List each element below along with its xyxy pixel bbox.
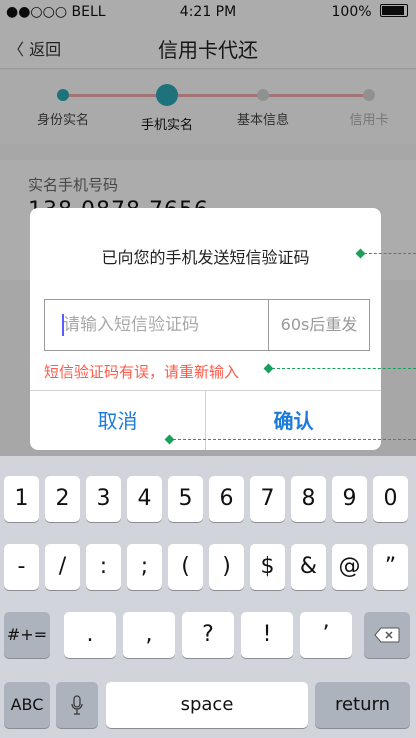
sms-verify-dialog: 已向您的手机发送短信验证码 60s后重发 短信验证码有误，请重新输入 取消 确认 [30,208,381,450]
key-at[interactable]: @ [332,544,367,590]
key-semicolon[interactable]: ; [127,544,162,590]
key-dollar[interactable]: $ [250,544,285,590]
key-apostrophe[interactable]: ’ [300,612,352,658]
text-caret [62,314,64,336]
confirm-button[interactable]: 确认 [206,391,381,450]
microphone-icon [71,695,83,715]
key-1[interactable]: 1 [4,476,39,522]
key-7[interactable]: 7 [250,476,285,522]
key-0[interactable]: 0 [373,476,408,522]
cancel-button[interactable]: 取消 [30,391,206,450]
key-close-paren[interactable]: ) [209,544,244,590]
delete-key[interactable] [364,612,410,658]
key-question[interactable]: ? [182,612,234,658]
key-quote[interactable]: ” [373,544,408,590]
key-9[interactable]: 9 [332,476,367,522]
dictation-key[interactable] [56,682,98,728]
key-5[interactable]: 5 [168,476,203,522]
key-hyphen[interactable]: - [4,544,39,590]
space-key[interactable]: space [106,682,308,728]
resend-button[interactable]: 60s后重发 [268,300,369,350]
key-8[interactable]: 8 [291,476,326,522]
return-key[interactable]: return [315,682,410,728]
dialog-buttons: 取消 确认 [30,390,381,450]
key-6[interactable]: 6 [209,476,244,522]
error-message: 短信验证码有误，请重新输入 [44,363,240,381]
sms-code-input[interactable] [45,300,267,350]
annotation-line [272,368,416,369]
numeric-keyboard: 1 2 3 4 5 6 7 8 9 0 - / : ; ( ) $ & @ ” … [0,456,416,738]
key-comma[interactable]: , [123,612,175,658]
key-exclaim[interactable]: ! [241,612,293,658]
key-abc[interactable]: ABC [4,682,50,728]
key-4[interactable]: 4 [127,476,162,522]
backspace-icon [374,627,400,643]
key-slash[interactable]: / [45,544,80,590]
key-3[interactable]: 3 [86,476,121,522]
key-2[interactable]: 2 [45,476,80,522]
annotation-line [364,253,416,254]
annotation-line [173,439,416,440]
key-ampersand[interactable]: & [291,544,326,590]
code-box: 60s后重发 [44,299,370,351]
key-colon[interactable]: : [86,544,121,590]
dialog-message: 已向您的手机发送短信验证码 [101,248,310,267]
key-period[interactable]: . [64,612,116,658]
key-symbols[interactable]: #+= [4,612,50,658]
key-open-paren[interactable]: ( [168,544,203,590]
